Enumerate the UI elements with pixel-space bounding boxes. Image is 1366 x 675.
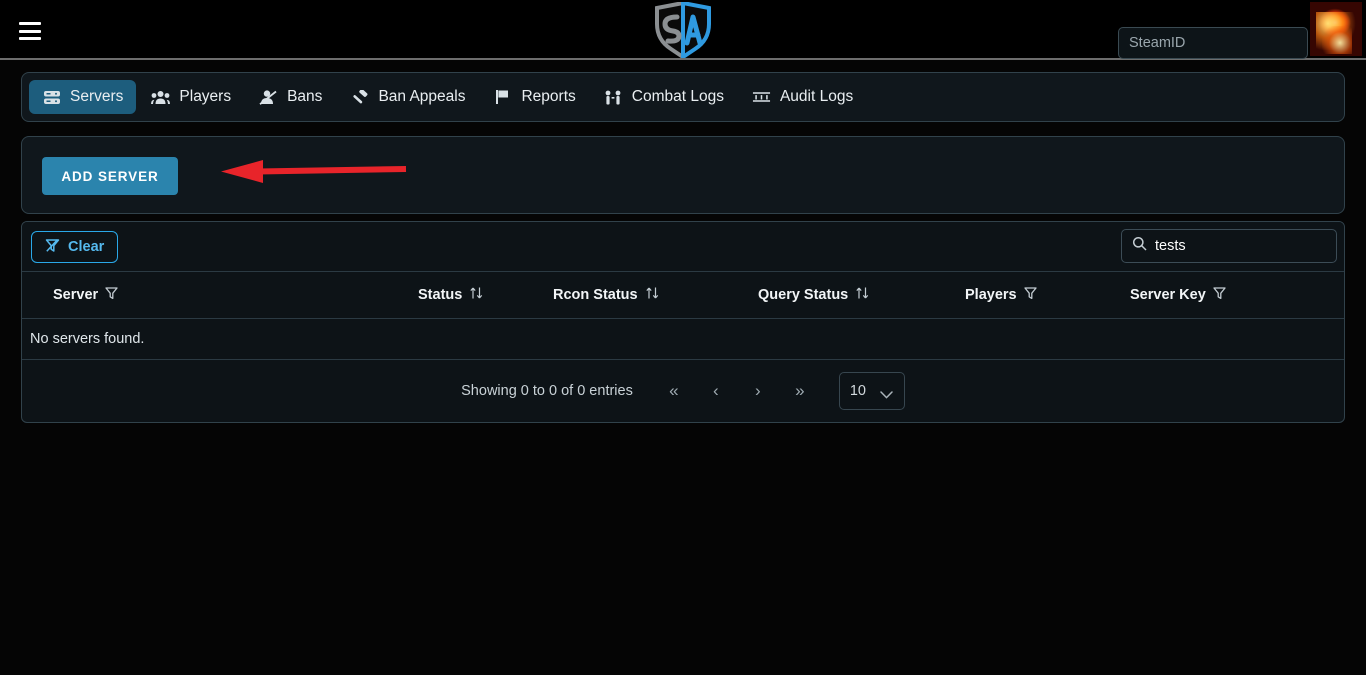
tab-label: Servers bbox=[70, 88, 124, 105]
hamburger-bar bbox=[19, 37, 41, 40]
users-icon bbox=[151, 89, 171, 106]
column-label: Server bbox=[53, 287, 99, 303]
table-header-row: Server Status Rcon Status Query Status P… bbox=[22, 272, 1344, 319]
user-avatar[interactable] bbox=[1310, 2, 1362, 56]
tab-bans[interactable]: Bans bbox=[246, 80, 335, 114]
tab-label: Ban Appeals bbox=[378, 88, 466, 105]
list-lines-icon bbox=[752, 89, 771, 106]
user-slash-icon bbox=[259, 89, 278, 106]
servers-table: Server Status Rcon Status Query Status P… bbox=[22, 272, 1344, 360]
pagination-bar: Showing 0 to 0 of 0 entries « ‹ › » 10 bbox=[22, 360, 1344, 422]
column-header-query-status[interactable]: Query Status bbox=[758, 272, 965, 319]
flag-icon bbox=[493, 89, 512, 106]
tab-audit-logs[interactable]: Audit Logs bbox=[739, 80, 866, 114]
tab-label: Bans bbox=[287, 88, 323, 105]
tab-label: Combat Logs bbox=[631, 88, 724, 105]
filter-icon[interactable] bbox=[1213, 286, 1226, 304]
empty-message: No servers found. bbox=[22, 318, 1344, 360]
tab-ban-appeals[interactable]: Ban Appeals bbox=[337, 80, 478, 114]
people-arrows-icon bbox=[604, 89, 623, 106]
sort-icon[interactable] bbox=[469, 286, 484, 304]
column-header-server[interactable]: Server bbox=[22, 272, 418, 319]
column-label: Server Key bbox=[1130, 287, 1206, 303]
add-server-button[interactable]: ADD SERVER bbox=[42, 157, 178, 195]
search-box[interactable] bbox=[1121, 229, 1342, 263]
column-header-server-key[interactable]: Server Key bbox=[1130, 272, 1344, 319]
pagination-last-button[interactable]: » bbox=[779, 381, 821, 401]
hamburger-bar bbox=[19, 29, 41, 33]
servers-table-card: Clear Server bbox=[21, 221, 1345, 423]
column-label: Status bbox=[418, 287, 463, 303]
filter-icon[interactable] bbox=[1023, 286, 1037, 304]
search-input[interactable] bbox=[1155, 238, 1342, 254]
tab-servers[interactable]: Servers bbox=[29, 80, 137, 114]
top-bar bbox=[0, 0, 1366, 61]
column-label: Query Status bbox=[758, 287, 849, 303]
clear-label: Clear bbox=[68, 239, 105, 255]
table-body: No servers found. bbox=[22, 318, 1344, 360]
server-icon bbox=[42, 89, 61, 106]
hamburger-bar bbox=[19, 22, 41, 25]
tab-players[interactable]: Players bbox=[138, 80, 244, 114]
clear-filters-button[interactable]: Clear bbox=[31, 231, 119, 263]
page-size-select[interactable]: 10 bbox=[838, 372, 905, 410]
navigation-tabs: Servers Players Bans Ban Appeals Reports… bbox=[22, 73, 1344, 121]
pagination-next-button[interactable]: › bbox=[737, 381, 779, 401]
pagination-prev-button[interactable]: ‹ bbox=[695, 381, 737, 401]
chevron-down-icon bbox=[880, 387, 893, 399]
tab-label: Audit Logs bbox=[779, 88, 854, 105]
tab-combat-logs[interactable]: Combat Logs bbox=[591, 80, 737, 114]
column-header-players[interactable]: Players bbox=[965, 272, 1130, 319]
column-header-status[interactable]: Status bbox=[418, 272, 553, 319]
column-label: Rcon Status bbox=[553, 287, 638, 303]
pagination-first-button[interactable]: « bbox=[653, 381, 695, 401]
filter-slash-icon bbox=[45, 238, 60, 257]
tab-label: Players bbox=[179, 88, 232, 105]
table-toolbar: Clear bbox=[22, 222, 1344, 272]
filter-icon[interactable] bbox=[105, 286, 118, 304]
search-icon bbox=[1132, 236, 1147, 256]
action-panel: ADD SERVER bbox=[21, 136, 1345, 214]
brand-logo-icon[interactable] bbox=[653, 0, 713, 61]
sort-icon[interactable] bbox=[645, 286, 660, 304]
navigation-panel: Servers Players Bans Ban Appeals Reports… bbox=[21, 72, 1345, 122]
avatar-flame-core bbox=[1322, 26, 1352, 54]
tab-reports[interactable]: Reports bbox=[480, 80, 588, 114]
table-head: Server Status Rcon Status Query Status P… bbox=[22, 272, 1344, 319]
tab-label: Reports bbox=[521, 88, 576, 105]
column-header-rcon-status[interactable]: Rcon Status bbox=[553, 272, 758, 319]
sort-icon[interactable] bbox=[855, 286, 870, 304]
table-empty-row: No servers found. bbox=[22, 318, 1344, 360]
gavel-icon bbox=[350, 89, 369, 106]
column-label: Players bbox=[965, 287, 1017, 303]
hamburger-menu-icon[interactable] bbox=[19, 22, 41, 40]
steamid-input[interactable] bbox=[1118, 27, 1308, 59]
page-size-value: 10 bbox=[849, 383, 866, 399]
pagination-summary: Showing 0 to 0 of 0 entries bbox=[461, 383, 633, 399]
